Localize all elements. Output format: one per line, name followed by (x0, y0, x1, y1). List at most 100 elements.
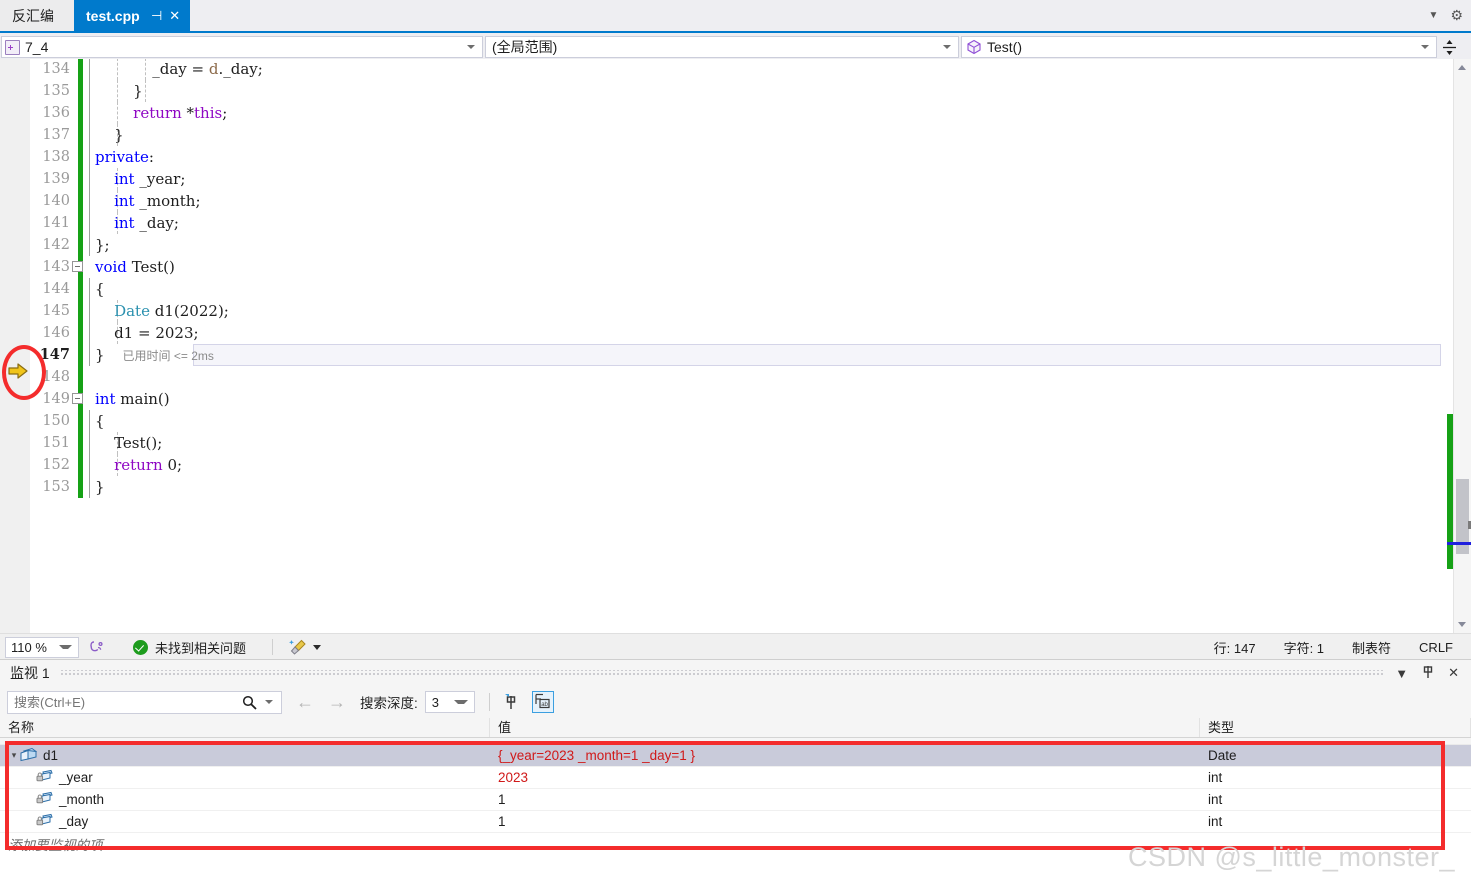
code-line[interactable]: 137 } (0, 124, 1441, 146)
table-row[interactable]: _year 2023 int (0, 767, 1471, 789)
code-line[interactable]: 152 return 0; (0, 454, 1441, 476)
code-line[interactable]: 135 } (0, 80, 1441, 102)
watch-value-cell[interactable]: 1 (490, 792, 1200, 807)
watch-name-cell[interactable]: _month (0, 791, 490, 809)
watch-grid[interactable]: 名称 值 类型 ▾ d1 {_year=2023 _month=1 _day=1 }… (0, 718, 1471, 879)
chevron-down-icon[interactable] (453, 700, 468, 704)
search-depth-dropdown[interactable]: 3 (424, 691, 475, 713)
watch-rows-container[interactable]: ▾ d1 {_year=2023 _month=1 _day=1 } Date _yea… (0, 745, 1471, 833)
pin-icon[interactable] (1422, 665, 1434, 682)
code-line[interactable]: 142}; (0, 234, 1441, 256)
collapse-toggle-icon[interactable] (72, 393, 83, 404)
code-text[interactable]: { (83, 410, 1441, 432)
code-text[interactable]: { (83, 278, 1441, 300)
code-text[interactable]: _day = d._day; (83, 59, 1441, 80)
code-text[interactable]: return *this; (83, 102, 1441, 124)
code-line[interactable]: 143 void Test() (0, 256, 1441, 278)
chevron-down-icon[interactable]: ▼ (1429, 10, 1439, 21)
chevron-down-icon[interactable] (313, 644, 322, 650)
code-line[interactable]: 141 int _day; (0, 212, 1441, 234)
code-text[interactable]: } 已用时间 <= 2ms (83, 343, 1441, 367)
tab-test-cpp[interactable]: test.cpp ⊣ ✕ (74, 0, 190, 31)
code-line[interactable]: 146 d1 = 2023; (0, 322, 1441, 344)
code-line[interactable]: 147} 已用时间 <= 2ms (0, 343, 1441, 367)
code-line[interactable]: 150 { (0, 410, 1441, 432)
column-header-name[interactable]: 名称 (0, 718, 490, 737)
code-line[interactable]: 149 int main() (0, 388, 1441, 410)
table-row[interactable]: _month 1 int (0, 789, 1471, 811)
line-number: 137 (42, 127, 70, 143)
code-text[interactable]: } (83, 476, 1441, 498)
watch-value-cell[interactable]: 1 (490, 814, 1200, 829)
pin-icon[interactable]: ⊣ (148, 7, 166, 25)
code-line[interactable]: 134 _day = d._day; (0, 59, 1441, 80)
chevron-down-icon[interactable] (265, 700, 273, 704)
chevron-down-icon[interactable] (1421, 45, 1429, 49)
code-text[interactable]: int _day; (83, 212, 1441, 234)
search-input[interactable] (8, 691, 231, 713)
code-line[interactable]: 136 return *this; (0, 102, 1441, 124)
code-line[interactable]: 148 (0, 366, 1441, 388)
table-row[interactable]: _day 1 int (0, 811, 1471, 833)
close-icon[interactable]: ✕ (166, 7, 184, 25)
code-text[interactable]: }; (83, 234, 1441, 256)
add-watch-item-label: 添加要监视的项 (8, 837, 103, 853)
watch-panel: 监视 1 ▼ ✕ 搜索(Ctrl+E) ← → 搜索深度: 3 ab 名称 值 … (0, 659, 1471, 879)
table-row[interactable]: ▾ d1 {_year=2023 _month=1 _day=1 } Date (0, 745, 1471, 767)
code-line[interactable]: 138 private: (0, 146, 1441, 168)
watch-name-cell[interactable]: ▾ d1 (0, 747, 490, 765)
project-dropdown[interactable]: 7_4 (1, 36, 483, 58)
pin-all-icon[interactable] (501, 692, 521, 712)
search-field-container[interactable] (7, 690, 282, 714)
tab-disassembly[interactable]: 反汇编 (0, 0, 74, 31)
chevron-down-icon[interactable]: ▼ (1395, 666, 1408, 681)
code-text[interactable]: Date d1(2022); (83, 300, 1441, 322)
code-text[interactable]: int _month; (83, 190, 1441, 212)
column-header-value[interactable]: 值 (490, 718, 1200, 737)
chevron-down-icon[interactable] (467, 45, 475, 49)
code-lines-container[interactable]: 133 _month = d._month;134 _day = d._day;… (0, 59, 1441, 633)
scroll-up-button[interactable] (1454, 59, 1471, 76)
code-line[interactable]: 151 Test(); (0, 432, 1441, 454)
code-text[interactable]: d1 = 2023; (83, 322, 1441, 344)
code-line[interactable]: 144 { (0, 278, 1441, 300)
code-text[interactable]: private: (83, 146, 1441, 168)
member-dropdown[interactable]: Test() (961, 36, 1437, 58)
intellicode-icon[interactable] (89, 638, 107, 656)
collapse-toggle-icon[interactable] (72, 261, 83, 272)
watch-value-cell[interactable]: {_year=2023 _month=1 _day=1 } (490, 748, 1200, 763)
code-text[interactable]: } (83, 124, 1441, 146)
code-text[interactable]: int _year; (83, 168, 1441, 190)
chevron-down-icon[interactable] (59, 645, 72, 649)
scroll-down-button[interactable] (1454, 616, 1471, 633)
code-editor[interactable]: 133 _month = d._month;134 _day = d._day;… (0, 59, 1471, 633)
editor-vertical-scrollbar[interactable] (1447, 59, 1471, 633)
hexadecimal-display-icon[interactable]: ab (531, 691, 554, 713)
scope-dropdown[interactable]: (全局范围) (485, 36, 959, 58)
code-cleanup-button[interactable] (289, 638, 322, 656)
search-next-button[interactable]: → (328, 693, 346, 711)
drag-grip[interactable] (59, 669, 1386, 677)
watch-value-cell[interactable]: 2023 (490, 770, 1200, 785)
code-text[interactable]: return 0; (83, 454, 1441, 476)
column-header-type[interactable]: 类型 (1200, 718, 1471, 737)
watch-name-cell[interactable]: _year (0, 769, 490, 787)
chevron-down-icon[interactable] (943, 45, 951, 49)
split-editor-button[interactable] (1438, 34, 1460, 60)
search-icon[interactable] (242, 695, 257, 710)
code-line[interactable]: 153} (0, 476, 1441, 498)
code-text[interactable]: } (83, 80, 1441, 102)
code-line[interactable]: 145 Date d1(2022); (0, 300, 1441, 322)
add-watch-item-row[interactable]: 添加要监视的项 (0, 833, 1471, 854)
search-previous-button[interactable]: ← (296, 693, 314, 711)
tree-expand-toggle-icon[interactable]: ▾ (8, 750, 20, 761)
close-icon[interactable]: ✕ (1448, 665, 1459, 681)
zoom-level-dropdown[interactable]: 110 % (5, 636, 79, 658)
code-text[interactable]: void Test() (72, 256, 1441, 278)
code-line[interactable]: 139 int _year; (0, 168, 1441, 190)
code-line[interactable]: 140 int _month; (0, 190, 1441, 212)
code-text[interactable]: Test(); (83, 432, 1441, 454)
code-text[interactable]: int main() (72, 388, 1441, 410)
gear-icon[interactable]: ⚙ (1450, 7, 1463, 24)
watch-name-cell[interactable]: _day (0, 813, 490, 831)
